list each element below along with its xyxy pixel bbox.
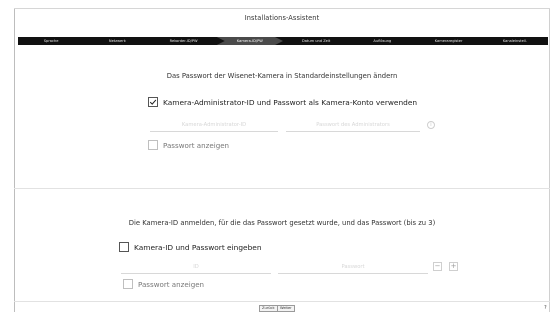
add-camera-button[interactable]: + xyxy=(449,262,458,271)
step-date-time[interactable]: Datum und Zeit xyxy=(283,37,349,45)
window-top-border xyxy=(14,8,550,9)
section2-heading: Die Kamera-ID anmelden, für die das Pass… xyxy=(128,219,436,227)
back-button[interactable]: Zurück xyxy=(259,305,278,312)
enter-camera-credentials-row[interactable]: Kamera-ID und Passwort eingeben xyxy=(119,242,262,252)
step-camera-id[interactable]: Kamera-ID/PW xyxy=(216,37,283,45)
use-admin-account-label: Kamera-Administrator-ID und Passwort als… xyxy=(163,97,418,107)
window-left-border xyxy=(14,8,15,312)
checkmark-icon xyxy=(149,99,157,105)
step-recorder-id[interactable]: Rekorder-ID/PW xyxy=(151,37,217,45)
show-password-label-1: Passwort anzeigen xyxy=(163,140,230,150)
step-channel-settings[interactable]: Kanaleinstell. xyxy=(482,37,548,45)
use-admin-account-checkbox[interactable] xyxy=(148,97,158,107)
window-right-border xyxy=(549,8,550,312)
section1-heading: Das Passwort der Wisenet-Kamera in Stand… xyxy=(166,72,398,80)
camera-id-input[interactable] xyxy=(121,261,271,274)
show-password-checkbox-2[interactable] xyxy=(123,279,133,289)
remove-camera-button[interactable]: − xyxy=(433,262,442,271)
step-language[interactable]: Sprache xyxy=(18,37,84,45)
step-camera-register[interactable]: Kameraregister xyxy=(416,37,482,45)
admin-id-input[interactable] xyxy=(150,119,278,132)
section-divider xyxy=(14,188,550,189)
step-resolution[interactable]: Auflösung xyxy=(349,37,415,45)
wizard-step-bar: Sprache Netzwerk Rekorder-ID/PW Kamera-I… xyxy=(18,37,548,45)
camera-password-input[interactable] xyxy=(278,261,428,274)
show-password-checkbox-1[interactable] xyxy=(148,140,158,150)
step-network[interactable]: Netzwerk xyxy=(84,37,150,45)
enter-camera-credentials-checkbox[interactable] xyxy=(119,242,129,252)
use-admin-account-row[interactable]: Kamera-Administrator-ID und Passwort als… xyxy=(148,97,417,107)
show-password-row-1[interactable]: Passwort anzeigen xyxy=(148,140,229,150)
show-password-label-2: Passwort anzeigen xyxy=(138,279,205,289)
help-icon[interactable]: ? xyxy=(544,305,549,311)
window-title: Installations-Assistent xyxy=(244,14,320,22)
footer-divider xyxy=(14,301,550,302)
admin-password-input[interactable] xyxy=(286,119,420,132)
next-button[interactable]: Weiter xyxy=(277,305,295,312)
show-password-row-2[interactable]: Passwort anzeigen xyxy=(123,279,204,289)
enter-camera-credentials-label: Kamera-ID und Passwort eingeben xyxy=(134,242,262,252)
info-icon[interactable]: i xyxy=(427,121,435,129)
